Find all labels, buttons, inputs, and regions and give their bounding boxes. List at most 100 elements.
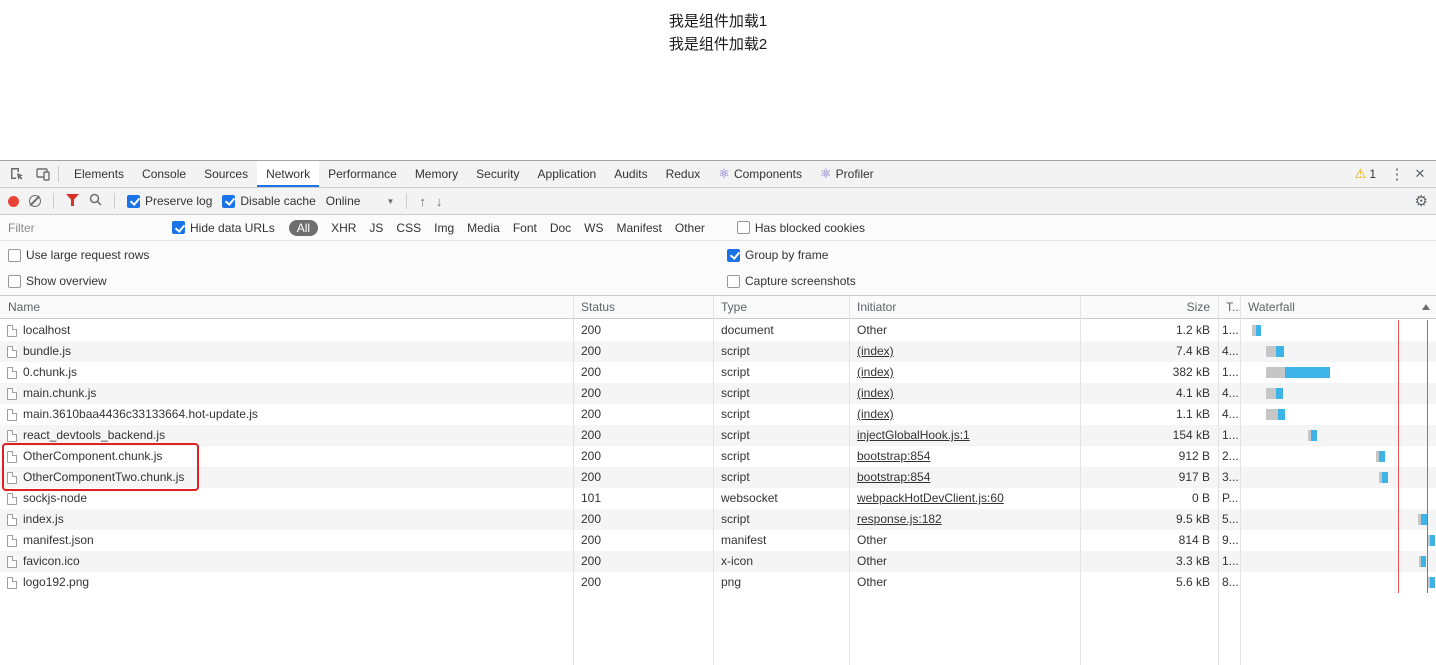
table-row[interactable]: 0.chunk.js 200 script (index) 382 kB 1...: [0, 362, 1436, 383]
tab-elements[interactable]: Elements: [65, 161, 133, 187]
column-separator[interactable]: [849, 296, 850, 665]
devtools-menu-icon[interactable]: ⋮: [1386, 165, 1408, 183]
initiator-link[interactable]: injectGlobalHook.js:1: [857, 428, 970, 442]
tab-security[interactable]: Security: [467, 161, 528, 187]
request-name-cell[interactable]: bundle.js: [0, 341, 573, 362]
initiator-link[interactable]: (index): [857, 344, 894, 358]
request-name-cell[interactable]: OtherComponentTwo.chunk.js: [0, 467, 573, 488]
waterfall-bar: [1256, 325, 1261, 336]
initiator-link[interactable]: response.js:182: [857, 512, 942, 526]
request-name-cell[interactable]: favicon.ico: [0, 551, 573, 572]
table-row[interactable]: localhost 200 document Other 1.2 kB 1...: [0, 320, 1436, 341]
table-row[interactable]: main.chunk.js 200 script (index) 4.1 kB 4...: [0, 383, 1436, 404]
tab-audits[interactable]: Audits: [605, 161, 656, 187]
record-button[interactable]: [8, 195, 19, 207]
request-size-cell: 814 B: [1178, 533, 1210, 547]
import-har-icon[interactable]: ↑: [419, 194, 426, 209]
device-toolbar-icon[interactable]: [30, 161, 56, 187]
table-row[interactable]: react_devtools_backend.js 200 script inject…: [0, 425, 1436, 446]
hide-data-urls-checkbox[interactable]: Hide data URLs: [172, 221, 275, 235]
table-row[interactable]: index.js 200 script response.js:182 9.5 kB 5.…: [0, 509, 1436, 530]
filter-input[interactable]: [8, 220, 158, 235]
disable-cache-checkbox[interactable]: Disable cache: [222, 194, 316, 208]
request-name-cell[interactable]: main.3610baa4436c33133664.hot-update.js: [0, 404, 573, 425]
column-header-size[interactable]: Size: [1080, 296, 1218, 318]
request-name-cell[interactable]: OtherComponent.chunk.js: [0, 446, 573, 467]
initiator-link[interactable]: (index): [857, 386, 894, 400]
initiator-link[interactable]: bootstrap:854: [857, 449, 930, 463]
tab-memory[interactable]: Memory: [406, 161, 467, 187]
search-icon[interactable]: [89, 193, 102, 209]
network-settings-gear-icon[interactable]: ⚙: [1415, 192, 1428, 210]
preserve-log-checkbox[interactable]: Preserve log: [127, 194, 212, 208]
use-large-request-rows-checkbox[interactable]: Use large request rows: [8, 248, 149, 262]
request-time-cell: 3...: [1222, 470, 1239, 484]
filter-type-font[interactable]: Font: [513, 221, 537, 235]
column-header-time[interactable]: T...: [1218, 296, 1240, 318]
initiator-link[interactable]: bootstrap:854: [857, 470, 930, 484]
filter-type-media[interactable]: Media: [467, 221, 500, 235]
table-row[interactable]: favicon.ico 200 x-icon Other 3.3 kB 1...: [0, 551, 1436, 572]
export-har-icon[interactable]: ↓: [436, 194, 443, 209]
table-row[interactable]: bundle.js 200 script (index) 7.4 kB 4...: [0, 341, 1436, 362]
column-separator[interactable]: [573, 296, 574, 665]
column-header-waterfall[interactable]: Waterfall: [1240, 296, 1436, 318]
filter-type-js[interactable]: JS: [369, 221, 383, 235]
request-name-cell[interactable]: index.js: [0, 509, 573, 530]
table-row[interactable]: OtherComponentTwo.chunk.js 200 script boots…: [0, 467, 1436, 488]
table-row[interactable]: sockjs-node 101 websocket webpackHotDevClie…: [0, 488, 1436, 509]
filter-type-doc[interactable]: Doc: [550, 221, 571, 235]
tab-sources[interactable]: Sources: [195, 161, 257, 187]
group-by-frame-checkbox[interactable]: Group by frame: [727, 248, 828, 262]
component-loaded-text-1: 我是组件加载1: [668, 13, 768, 30]
filter-type-manifest[interactable]: Manifest: [617, 221, 662, 235]
console-warning-indicator[interactable]: ⚠ 1: [1355, 166, 1376, 182]
request-name-cell[interactable]: 0.chunk.js: [0, 362, 573, 383]
filter-type-ws[interactable]: WS: [584, 221, 603, 235]
column-separator[interactable]: [1080, 296, 1081, 665]
table-row[interactable]: logo192.png 200 png Other 5.6 kB 8...: [0, 572, 1436, 593]
tab-profiler[interactable]: ⚛ Profiler: [811, 161, 883, 187]
request-name-cell[interactable]: main.chunk.js: [0, 383, 573, 404]
request-size-cell: 9.5 kB: [1175, 512, 1210, 526]
table-row[interactable]: OtherComponent.chunk.js 200 script bootstra…: [0, 446, 1436, 467]
filter-type-other[interactable]: Other: [675, 221, 705, 235]
column-header-type[interactable]: Type: [713, 296, 849, 318]
filter-funnel-icon[interactable]: [66, 193, 79, 209]
initiator-link[interactable]: (index): [857, 365, 894, 379]
request-name-cell[interactable]: manifest.json: [0, 530, 573, 551]
column-separator[interactable]: [713, 296, 714, 665]
tab-redux[interactable]: Redux: [657, 161, 710, 187]
table-row[interactable]: manifest.json 200 manifest Other 814 B 9...: [0, 530, 1436, 551]
filter-type-all[interactable]: All: [288, 219, 319, 236]
column-separator[interactable]: [1240, 296, 1241, 665]
filter-type-xhr[interactable]: XHR: [331, 221, 356, 235]
request-name-cell[interactable]: localhost: [0, 320, 573, 341]
has-blocked-cookies-checkbox[interactable]: Has blocked cookies: [736, 221, 865, 235]
column-header-initiator[interactable]: Initiator: [849, 296, 1080, 318]
request-status-cell: 200: [581, 554, 602, 568]
clear-button[interactable]: [29, 195, 41, 207]
tab-console[interactable]: Console: [133, 161, 195, 187]
initiator-link[interactable]: (index): [857, 407, 894, 421]
table-row[interactable]: main.3610baa4436c33133664.hot-update.js 2…: [0, 404, 1436, 425]
tab-performance[interactable]: Performance: [319, 161, 406, 187]
column-separator[interactable]: [1218, 296, 1219, 665]
capture-screenshots-checkbox[interactable]: Capture screenshots: [727, 274, 856, 288]
tab-application[interactable]: Application: [529, 161, 606, 187]
throttling-dropdown[interactable]: Online ▼: [326, 194, 395, 208]
show-overview-checkbox[interactable]: Show overview: [8, 274, 107, 288]
request-name-cell[interactable]: sockjs-node: [0, 488, 573, 509]
column-header-status[interactable]: Status: [573, 296, 713, 318]
tab-network[interactable]: Network: [257, 161, 320, 187]
initiator-link[interactable]: webpackHotDevClient.js:60: [857, 491, 1004, 505]
filter-type-img[interactable]: Img: [434, 221, 454, 235]
column-header-name[interactable]: Name: [0, 296, 573, 318]
inspect-element-icon[interactable]: [4, 161, 30, 187]
request-name-cell[interactable]: logo192.png: [0, 572, 573, 593]
filter-type-css[interactable]: CSS: [396, 221, 421, 235]
react-icon: ⚛: [718, 166, 730, 181]
tab-components[interactable]: ⚛ Components: [709, 161, 811, 187]
request-name-cell[interactable]: react_devtools_backend.js: [0, 425, 573, 446]
close-icon[interactable]: ✕: [1408, 166, 1432, 182]
